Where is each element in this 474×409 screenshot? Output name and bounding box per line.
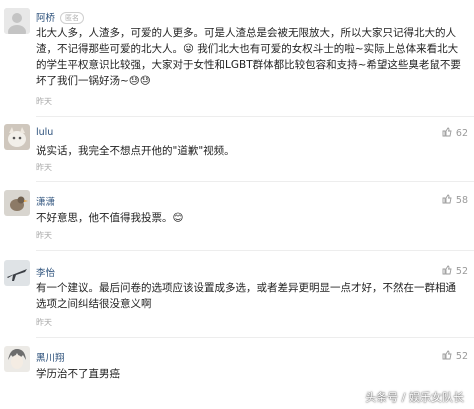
comment-text: 有一个建议。最后问卷的选项应该设置成多选，或者差异更明显一点才好，不然在一群相通… [36,280,464,312]
thumbs-up-icon [442,265,452,275]
like-button[interactable]: 52 [442,350,468,362]
username[interactable]: 李怡 [36,265,55,279]
divider [36,181,474,182]
thumbs-up-icon [442,127,452,137]
like-count: 62 [455,128,468,139]
avatar[interactable] [4,124,30,150]
comment-text-content: 北大人多，人渣多，可爱的人更多。可是人渣总是会被无限放大，所以大家只记得北大的人… [36,27,461,87]
like-count: 58 [455,195,468,206]
comment-text: 北大人多，人渣多，可爱的人更多。可是人渣总是会被无限放大，所以大家只记得北大的人… [36,25,464,89]
comment-time: 昨天 [36,97,52,106]
avatar[interactable] [4,260,30,286]
user-badge: 匿名 [60,12,85,24]
username-text[interactable]: 阿桥 [36,13,55,24]
comment-text: 不好意思，他不值得我投票。😊 [36,210,464,226]
comment-text-content: 学历治不了直男癌 [36,368,120,380]
comment-text: 学历治不了直男癌 [36,366,464,382]
comment-text-content: 有一个建议。最后问卷的选项应该设置成多选，或者差异更明显一点才好，不然在一群相通… [36,282,456,310]
thumbs-up-icon [442,350,452,360]
username[interactable]: 阿桥 匿名 [36,10,85,24]
thumbs-up-icon [442,194,452,204]
divider [36,250,474,251]
bird-avatar-icon [4,190,30,216]
comment-text-content: 不好意思，他不值得我投票。😊 [36,212,184,224]
cat-avatar-icon [4,124,30,150]
avatar[interactable] [4,8,30,34]
divider [36,337,474,338]
username[interactable]: 潇潇 [36,194,55,208]
comment-time: 昨天 [36,231,52,240]
like-button[interactable]: 62 [442,127,468,139]
comment-time: 昨天 [36,163,52,172]
avatar[interactable] [4,190,30,216]
plane-avatar-icon [4,260,30,286]
anime-avatar-icon [4,346,30,372]
avatar[interactable] [4,346,30,372]
comment-text: 说实话，我完全不想点开他的"道歉"视频。 [36,143,464,159]
like-count: 52 [455,351,468,362]
watermark: 头条号 / 娱乐女队长 [365,391,464,404]
username[interactable]: lulu [36,127,53,138]
like-count: 52 [455,266,468,277]
comment-time: 昨天 [36,318,52,327]
divider [36,116,474,117]
username[interactable]: 黑川翔 [36,350,65,364]
comment-text-content: 说实话，我完全不想点开他的"道歉"视频。 [36,145,235,157]
like-button[interactable]: 58 [442,194,468,206]
like-button[interactable]: 52 [442,265,468,277]
anonymous-avatar-icon [4,8,30,34]
